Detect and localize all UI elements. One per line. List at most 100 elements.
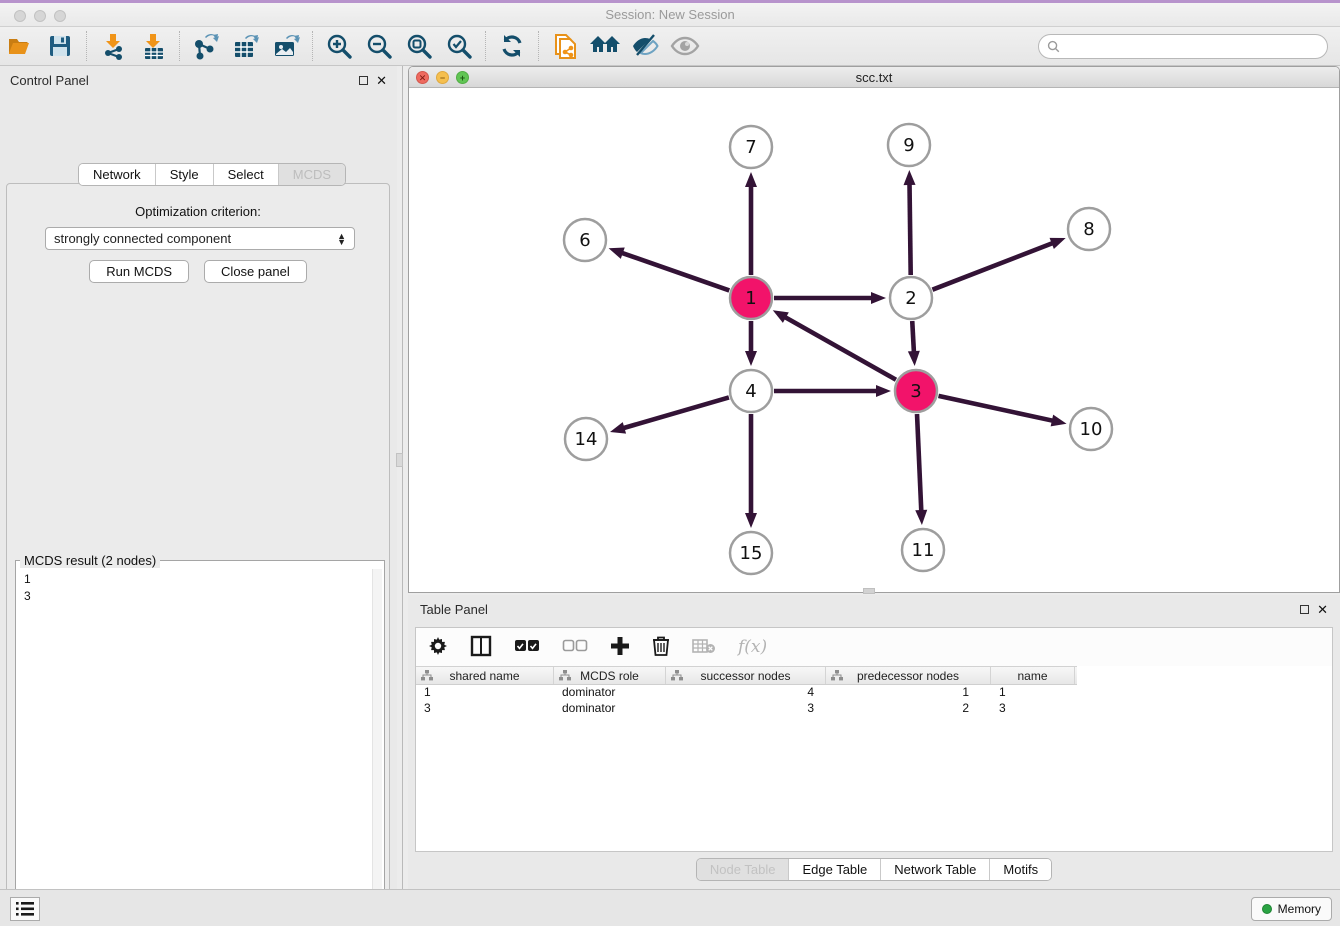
table-body: 1dominator4113dominator323 — [416, 685, 1332, 717]
network-window-title: scc.txt — [409, 70, 1339, 85]
hide-selected-button[interactable] — [625, 29, 665, 63]
edge-3-1[interactable] — [784, 317, 896, 380]
memory-button[interactable]: Memory — [1251, 897, 1332, 921]
plus-icon — [610, 636, 630, 656]
eye-slash-icon — [630, 33, 660, 59]
column-header-shared-name[interactable]: shared name — [416, 667, 554, 684]
mcds-result-box: MCDS result (2 nodes) 13 — [15, 560, 385, 926]
close-panel-button[interactable]: Close panel — [204, 260, 307, 283]
table-cell[interactable]: 3 — [991, 701, 1075, 717]
criterion-select[interactable]: strongly connected component ▲▼ — [45, 227, 355, 250]
edge-arrowhead — [609, 248, 625, 259]
tab-select[interactable]: Select — [214, 164, 279, 185]
edge-3-10[interactable] — [938, 396, 1053, 421]
home-icon — [589, 33, 621, 59]
table-cell[interactable]: 4 — [666, 685, 826, 701]
task-history-button[interactable] — [10, 897, 40, 921]
edge-3-11[interactable] — [917, 414, 921, 512]
result-scrollbar[interactable] — [372, 569, 382, 926]
table-row[interactable]: 1dominator411 — [416, 685, 1077, 701]
apply-layout-button[interactable] — [492, 29, 532, 63]
network-window-titlebar[interactable]: ✕ − + scc.txt — [409, 67, 1339, 88]
zoom-fit-button[interactable] — [399, 29, 439, 63]
close-table-panel-icon[interactable]: ✕ — [1317, 603, 1328, 616]
node-label-1: 1 — [745, 288, 756, 309]
edge-4-14[interactable] — [622, 397, 728, 428]
search-box[interactable] — [1038, 34, 1328, 59]
deselect-all-button[interactable] — [562, 639, 588, 656]
column-header-successor-nodes[interactable]: successor nodes — [666, 667, 826, 684]
import-network-icon — [100, 32, 126, 60]
table-cell[interactable]: dominator — [554, 685, 666, 701]
export-image-button[interactable] — [266, 29, 306, 63]
clone-network-button[interactable] — [545, 29, 585, 63]
table-cell[interactable]: 1 — [826, 685, 991, 701]
table-cell[interactable]: 3 — [416, 701, 554, 717]
zoom-selected-button[interactable] — [439, 29, 479, 63]
delete-column-button[interactable] — [652, 635, 670, 659]
close-panel-icon[interactable]: ✕ — [376, 74, 387, 87]
table-cell[interactable]: 3 — [666, 701, 826, 717]
export-table-button[interactable] — [226, 29, 266, 63]
delete-table-button[interactable] — [692, 638, 716, 657]
export-network-icon — [192, 32, 220, 60]
column-header-predecessor-nodes[interactable]: predecessor nodes — [826, 667, 991, 684]
save-session-button[interactable] — [40, 29, 80, 63]
edge-2-8[interactable] — [932, 243, 1053, 290]
hierarchy-icon — [671, 670, 683, 681]
tab-motifs[interactable]: Motifs — [990, 859, 1051, 880]
horizontal-splitter-handle[interactable] — [863, 588, 875, 594]
edge-2-3[interactable] — [912, 321, 914, 353]
tab-style[interactable]: Style — [156, 164, 214, 185]
tab-mcds[interactable]: MCDS — [279, 164, 345, 185]
float-panel-icon[interactable] — [359, 76, 368, 85]
show-all-button[interactable] — [665, 29, 705, 63]
memory-label: Memory — [1278, 902, 1321, 916]
tab-edge-table[interactable]: Edge Table — [789, 859, 881, 880]
edge-arrowhead — [915, 510, 927, 525]
column-selector-button[interactable] — [470, 635, 492, 660]
add-column-button[interactable] — [610, 636, 630, 659]
checked-boxes-icon — [514, 639, 540, 653]
table-cell[interactable]: 1 — [991, 685, 1075, 701]
zoom-in-button[interactable] — [319, 29, 359, 63]
network-view-window: ✕ − + scc.txt 7968124314101511 — [408, 66, 1340, 593]
node-label-10: 10 — [1080, 419, 1103, 440]
network-canvas[interactable]: 7968124314101511 — [409, 88, 1340, 593]
control-panel-header: Control Panel ✕ — [0, 66, 397, 94]
mcds-result-title: MCDS result (2 nodes) — [20, 553, 160, 568]
table-cell[interactable]: 2 — [826, 701, 991, 717]
toolbar-separator — [312, 31, 313, 61]
import-network-button[interactable] — [93, 29, 133, 63]
edge-2-9[interactable] — [909, 183, 910, 275]
mcds-result-text[interactable]: 13 — [18, 569, 382, 926]
home-button[interactable] — [585, 29, 625, 63]
table-panel-title: Table Panel — [420, 602, 488, 617]
select-all-button[interactable] — [514, 639, 540, 656]
search-input[interactable] — [1065, 37, 1327, 57]
run-mcds-button[interactable]: Run MCDS — [89, 260, 189, 283]
float-table-panel-icon[interactable] — [1300, 605, 1309, 614]
column-header-mcds-role[interactable]: MCDS role — [554, 667, 666, 684]
column-header-name[interactable]: name — [991, 667, 1075, 684]
import-table-button[interactable] — [133, 29, 173, 63]
export-network-button[interactable] — [186, 29, 226, 63]
table-options-gear-button[interactable] — [428, 636, 448, 659]
zoom-out-button[interactable] — [359, 29, 399, 63]
table-row[interactable]: 3dominator323 — [416, 701, 1077, 717]
vertical-splitter[interactable] — [402, 66, 403, 889]
table-cell[interactable]: dominator — [554, 701, 666, 717]
open-session-button[interactable] — [0, 29, 40, 63]
network-graph[interactable]: 7968124314101511 — [409, 88, 1340, 593]
save-floppy-icon — [48, 34, 72, 58]
tab-network-table[interactable]: Network Table — [881, 859, 990, 880]
tab-network[interactable]: Network — [79, 164, 156, 185]
vertical-splitter-handle[interactable] — [396, 453, 403, 467]
tab-node-table[interactable]: Node Table — [697, 859, 790, 880]
table-cell[interactable]: 1 — [416, 685, 554, 701]
export-table-icon — [232, 32, 260, 60]
edge-1-6[interactable] — [621, 253, 729, 291]
node-label-2: 2 — [905, 288, 916, 309]
function-builder-button[interactable]: f(x) — [738, 637, 767, 657]
columns-icon — [470, 635, 492, 657]
